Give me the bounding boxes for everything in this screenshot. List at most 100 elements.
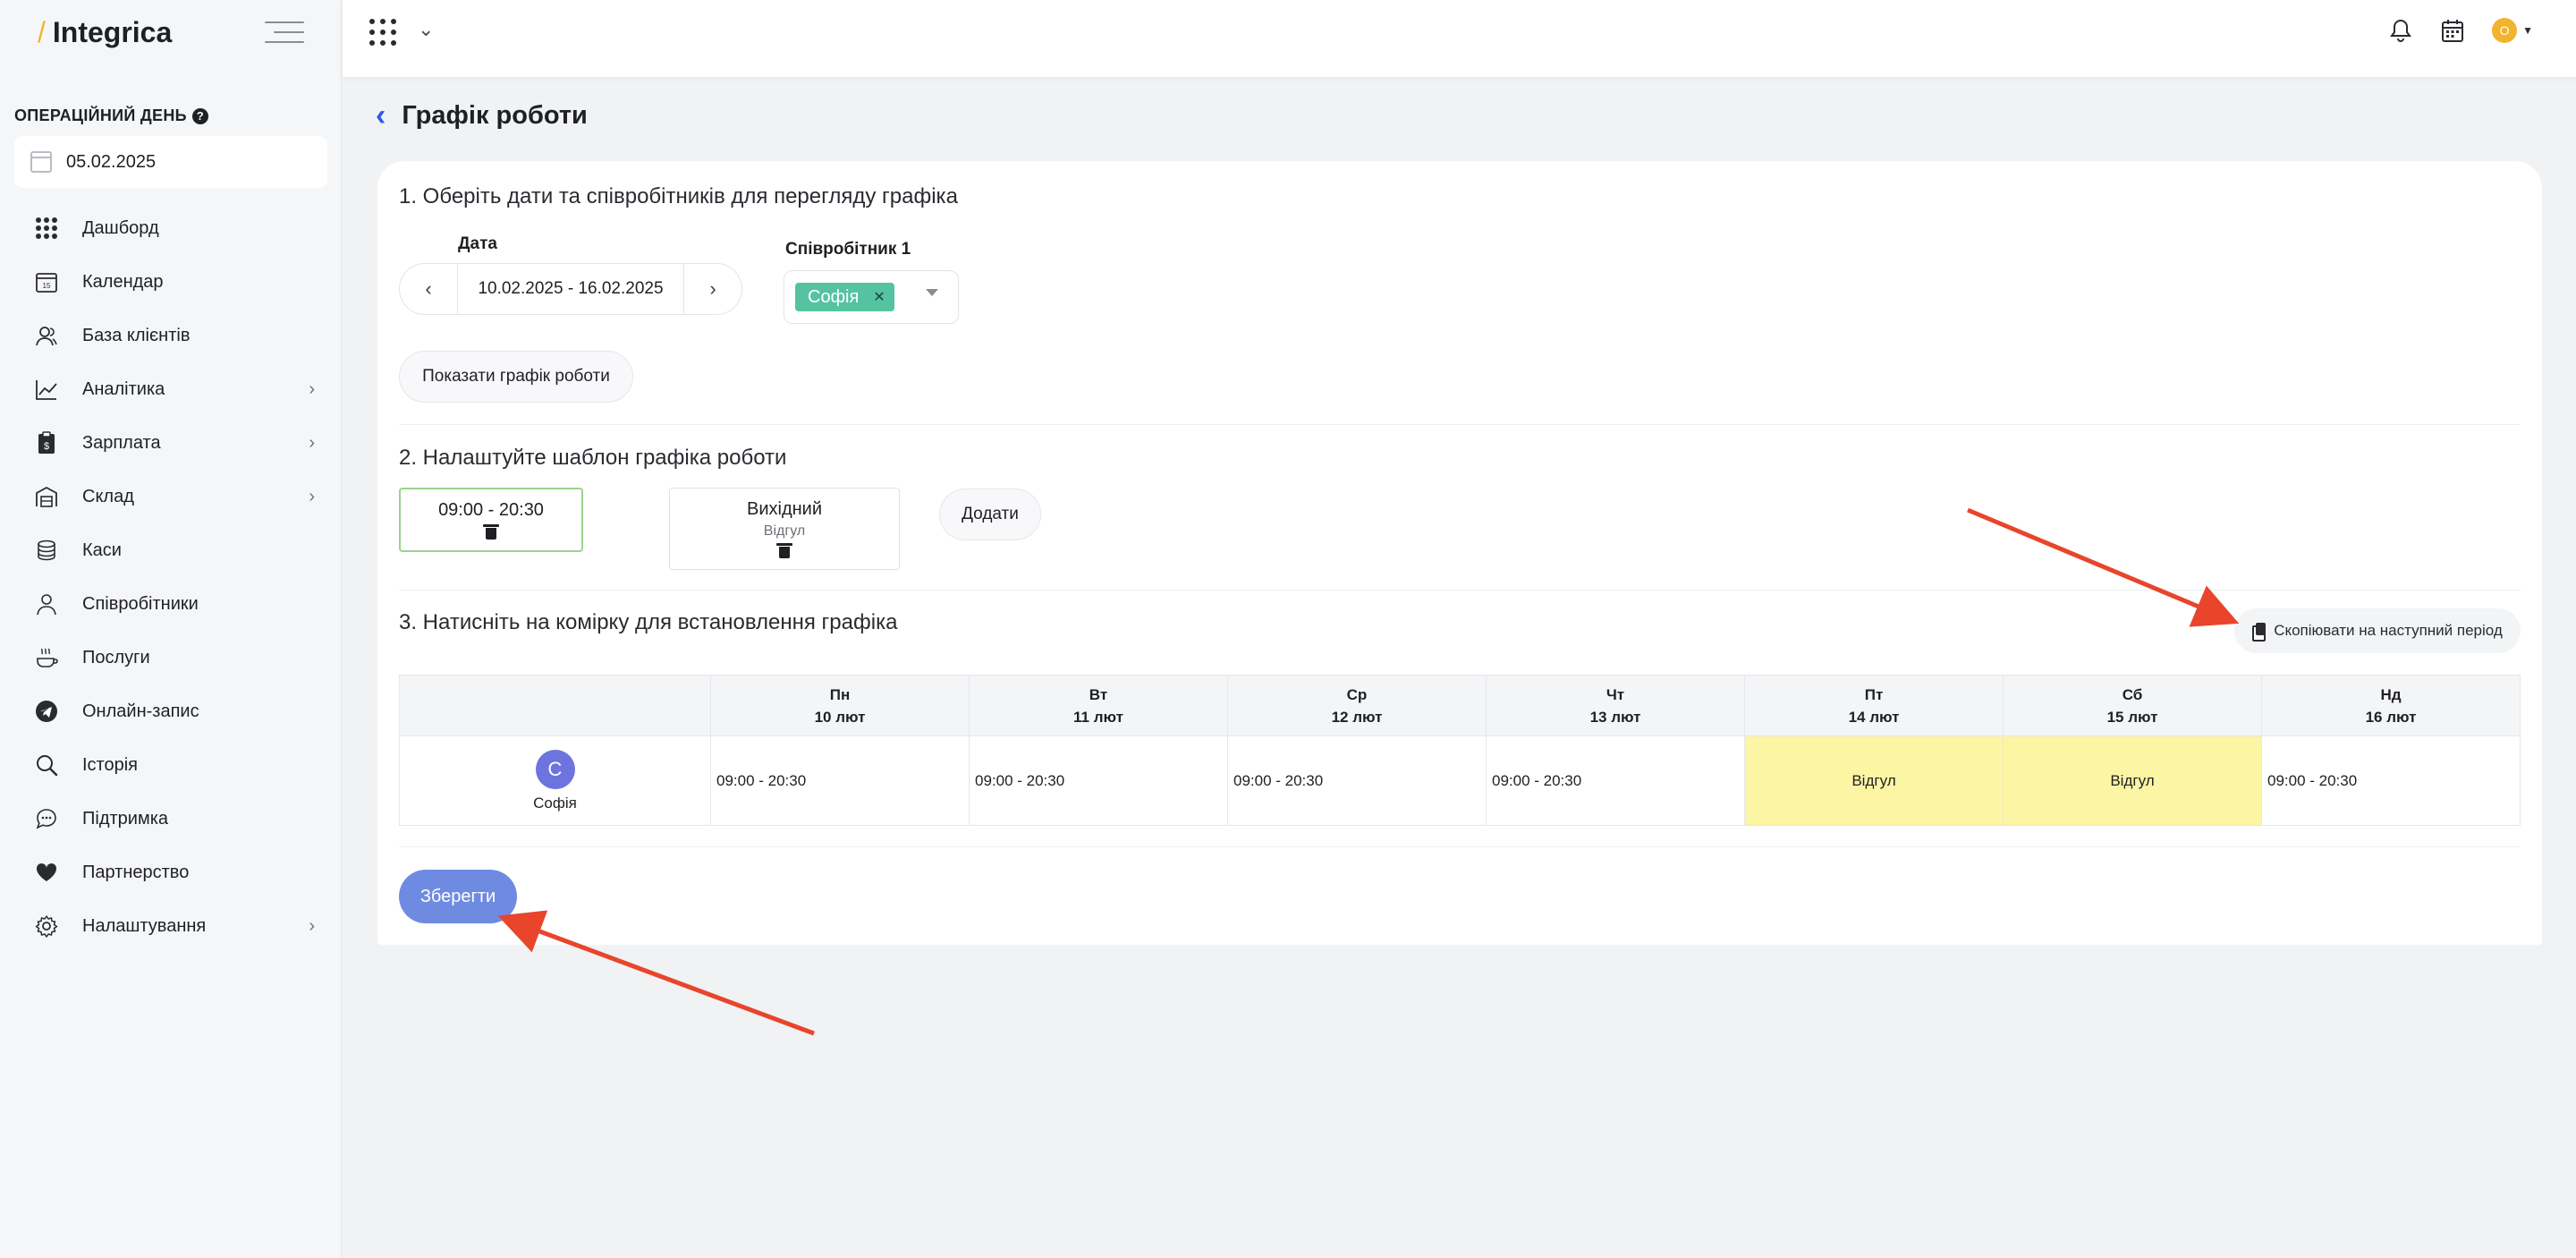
section-divider xyxy=(399,424,2521,425)
sidebar-item-label: Аналітика xyxy=(82,378,165,399)
sidebar-item-label: Співробітники xyxy=(82,593,199,614)
schedule-cell[interactable]: 09:00 - 20:30 xyxy=(1486,735,1745,826)
step1-title: 1. Оберіть дати та співробітників для пе… xyxy=(399,184,958,208)
operational-day-text: ОПЕРАЦІЙНИЙ ДЕНЬ xyxy=(14,106,187,124)
day-header: Вт 11 лют xyxy=(969,675,1228,736)
schedule-header-row: Пн 10 лют Вт 11 лют Ср 12 лют Чт 13 лют Пт 14… xyxy=(399,675,2521,736)
copy-to-next-period-button[interactable]: Скопіювати на наступний період xyxy=(2234,608,2521,653)
logo-text: Integrica xyxy=(52,15,173,48)
sidebar-item-salary[interactable]: $ Зарплата › xyxy=(0,416,342,470)
support-icon xyxy=(34,806,59,831)
schedule-table: Пн 10 лют Вт 11 лют Ср 12 лют Чт 13 лют Пт 14… xyxy=(399,675,2521,826)
help-icon[interactable]: ? xyxy=(191,107,208,124)
schedule-cell[interactable]: 09:00 - 20:30 xyxy=(969,735,1228,826)
warehouse-icon xyxy=(34,484,59,509)
date-range-picker: ‹ 10.02.2025 - 16.02.2025 › xyxy=(399,263,742,315)
employee-chip-label: Софія xyxy=(808,286,860,307)
date-range-input[interactable]: 10.02.2025 - 16.02.2025 xyxy=(457,264,684,314)
operational-day-picker[interactable]: 05.02.2025 xyxy=(14,136,327,188)
clients-icon xyxy=(34,323,59,348)
date-label: Дата xyxy=(458,234,497,253)
sidebar-item-label: Склад xyxy=(82,486,134,506)
sidebar-item-history[interactable]: Історія xyxy=(0,738,342,792)
dropdown-arrow-icon[interactable] xyxy=(926,289,938,296)
employee-name: Софія xyxy=(533,794,577,812)
telegram-icon xyxy=(34,699,59,724)
logo-slash: / xyxy=(38,15,46,48)
sidebar-item-cash[interactable]: Каси xyxy=(0,523,342,577)
copy-button-label: Скопіювати на наступний період xyxy=(2274,622,2503,639)
sidebar-item-services[interactable]: Послуги xyxy=(0,631,342,684)
table-row: С Софія 09:00 - 20:30 09:00 - 20:30 09:0… xyxy=(399,735,2521,826)
day-header: Пн 10 лют xyxy=(710,675,970,736)
svg-text:15: 15 xyxy=(43,282,51,290)
chevron-right-icon: › xyxy=(309,915,315,936)
operational-day-label: ОПЕРАЦІЙНИЙ ДЕНЬ ? xyxy=(14,106,208,125)
sidebar-item-employees[interactable]: Співробітники xyxy=(0,577,342,631)
day-header: Чт 13 лют xyxy=(1486,675,1745,736)
section-divider xyxy=(399,590,2521,591)
chevron-right-icon: › xyxy=(309,432,315,453)
gear-icon xyxy=(34,914,59,939)
copy-icon xyxy=(2252,623,2267,642)
trash-icon[interactable] xyxy=(483,523,499,540)
caret-down-icon: ▼ xyxy=(2522,24,2533,37)
sidebar-item-settings[interactable]: Налаштування › xyxy=(0,899,342,953)
sidebar-item-analytics[interactable]: Аналітика › xyxy=(0,362,342,416)
page-title: Графік роботи xyxy=(402,100,588,130)
add-template-button[interactable]: Додати xyxy=(939,489,1041,540)
page-header: ‹ Графік роботи xyxy=(376,100,588,131)
chevron-down-icon[interactable]: ⌄ xyxy=(418,18,434,41)
remove-chip-icon[interactable]: ✕ xyxy=(873,288,885,306)
calendar-check-icon[interactable] xyxy=(2440,18,2465,43)
svg-text:$: $ xyxy=(44,441,49,452)
apps-grid-icon[interactable] xyxy=(369,19,396,46)
template-work-label: 09:00 - 20:30 xyxy=(438,499,544,520)
show-schedule-button[interactable]: Показати графік роботи xyxy=(399,351,633,403)
schedule-cell[interactable]: 09:00 - 20:30 xyxy=(710,735,970,826)
step3-title: 3. Натисніть на комірку для встановлення… xyxy=(399,610,898,634)
dashboard-icon xyxy=(34,216,59,241)
sidebar-item-dashboard[interactable]: Дашборд xyxy=(0,201,342,255)
schedule-cell-day-off[interactable]: Відгул xyxy=(2003,735,2262,826)
back-arrow-icon[interactable]: ‹ xyxy=(376,100,386,131)
sidebar-item-clients[interactable]: База клієнтів xyxy=(0,309,342,362)
sidebar-item-warehouse[interactable]: Склад › xyxy=(0,470,342,523)
user-menu[interactable]: О ▼ xyxy=(2492,18,2533,43)
chevron-right-icon: › xyxy=(309,486,315,506)
analytics-icon xyxy=(34,377,59,402)
employee-column-header xyxy=(399,675,711,736)
sidebar-item-support[interactable]: Підтримка xyxy=(0,792,342,846)
next-week-button[interactable]: › xyxy=(684,264,741,314)
heart-icon xyxy=(34,860,59,885)
section-divider xyxy=(399,846,2521,847)
schedule-cell[interactable]: 09:00 - 20:30 xyxy=(1227,735,1487,826)
calendar-icon: 15 xyxy=(34,269,59,294)
schedule-cell[interactable]: 09:00 - 20:30 xyxy=(2261,735,2521,826)
services-icon xyxy=(34,645,59,670)
sidebar: / Integrica ОПЕРАЦІЙНИЙ ДЕНЬ ? 05.02.202… xyxy=(0,0,342,1258)
save-button[interactable]: Зберегти xyxy=(399,870,517,923)
employee-label: Співробітник 1 xyxy=(785,240,911,259)
day-header: Ср 12 лют xyxy=(1227,675,1487,736)
template-work-shift[interactable]: 09:00 - 20:30 xyxy=(399,488,583,552)
bell-icon[interactable] xyxy=(2388,18,2413,43)
sidebar-item-online-booking[interactable]: Онлайн-запис xyxy=(0,684,342,738)
prev-week-button[interactable]: ‹ xyxy=(400,264,457,314)
sidebar-item-label: База клієнтів xyxy=(82,325,191,345)
app-logo[interactable]: / Integrica xyxy=(38,14,172,50)
schedule-cell-day-off[interactable]: Відгул xyxy=(1744,735,2004,826)
employee-select[interactable]: Софія ✕ xyxy=(784,270,959,324)
menu-toggle-icon[interactable] xyxy=(265,20,304,45)
operational-date-value: 05.02.2025 xyxy=(66,151,157,172)
day-header: Нд 16 лют xyxy=(2261,675,2521,736)
template-day-off[interactable]: Вихідний Відгул xyxy=(669,488,900,570)
top-bar: ⌄ О ▼ xyxy=(343,0,2576,77)
step2-title: 2. Налаштуйте шаблон графіка роботи xyxy=(399,446,787,470)
trash-icon[interactable] xyxy=(776,542,792,559)
sidebar-item-label: Дашборд xyxy=(82,217,159,238)
sidebar-item-calendar[interactable]: 15 Календар xyxy=(0,255,342,309)
sidebar-item-label: Зарплата xyxy=(82,432,161,453)
sidebar-item-partnership[interactable]: Партнерство xyxy=(0,846,342,899)
sidebar-item-label: Підтримка xyxy=(82,808,169,829)
